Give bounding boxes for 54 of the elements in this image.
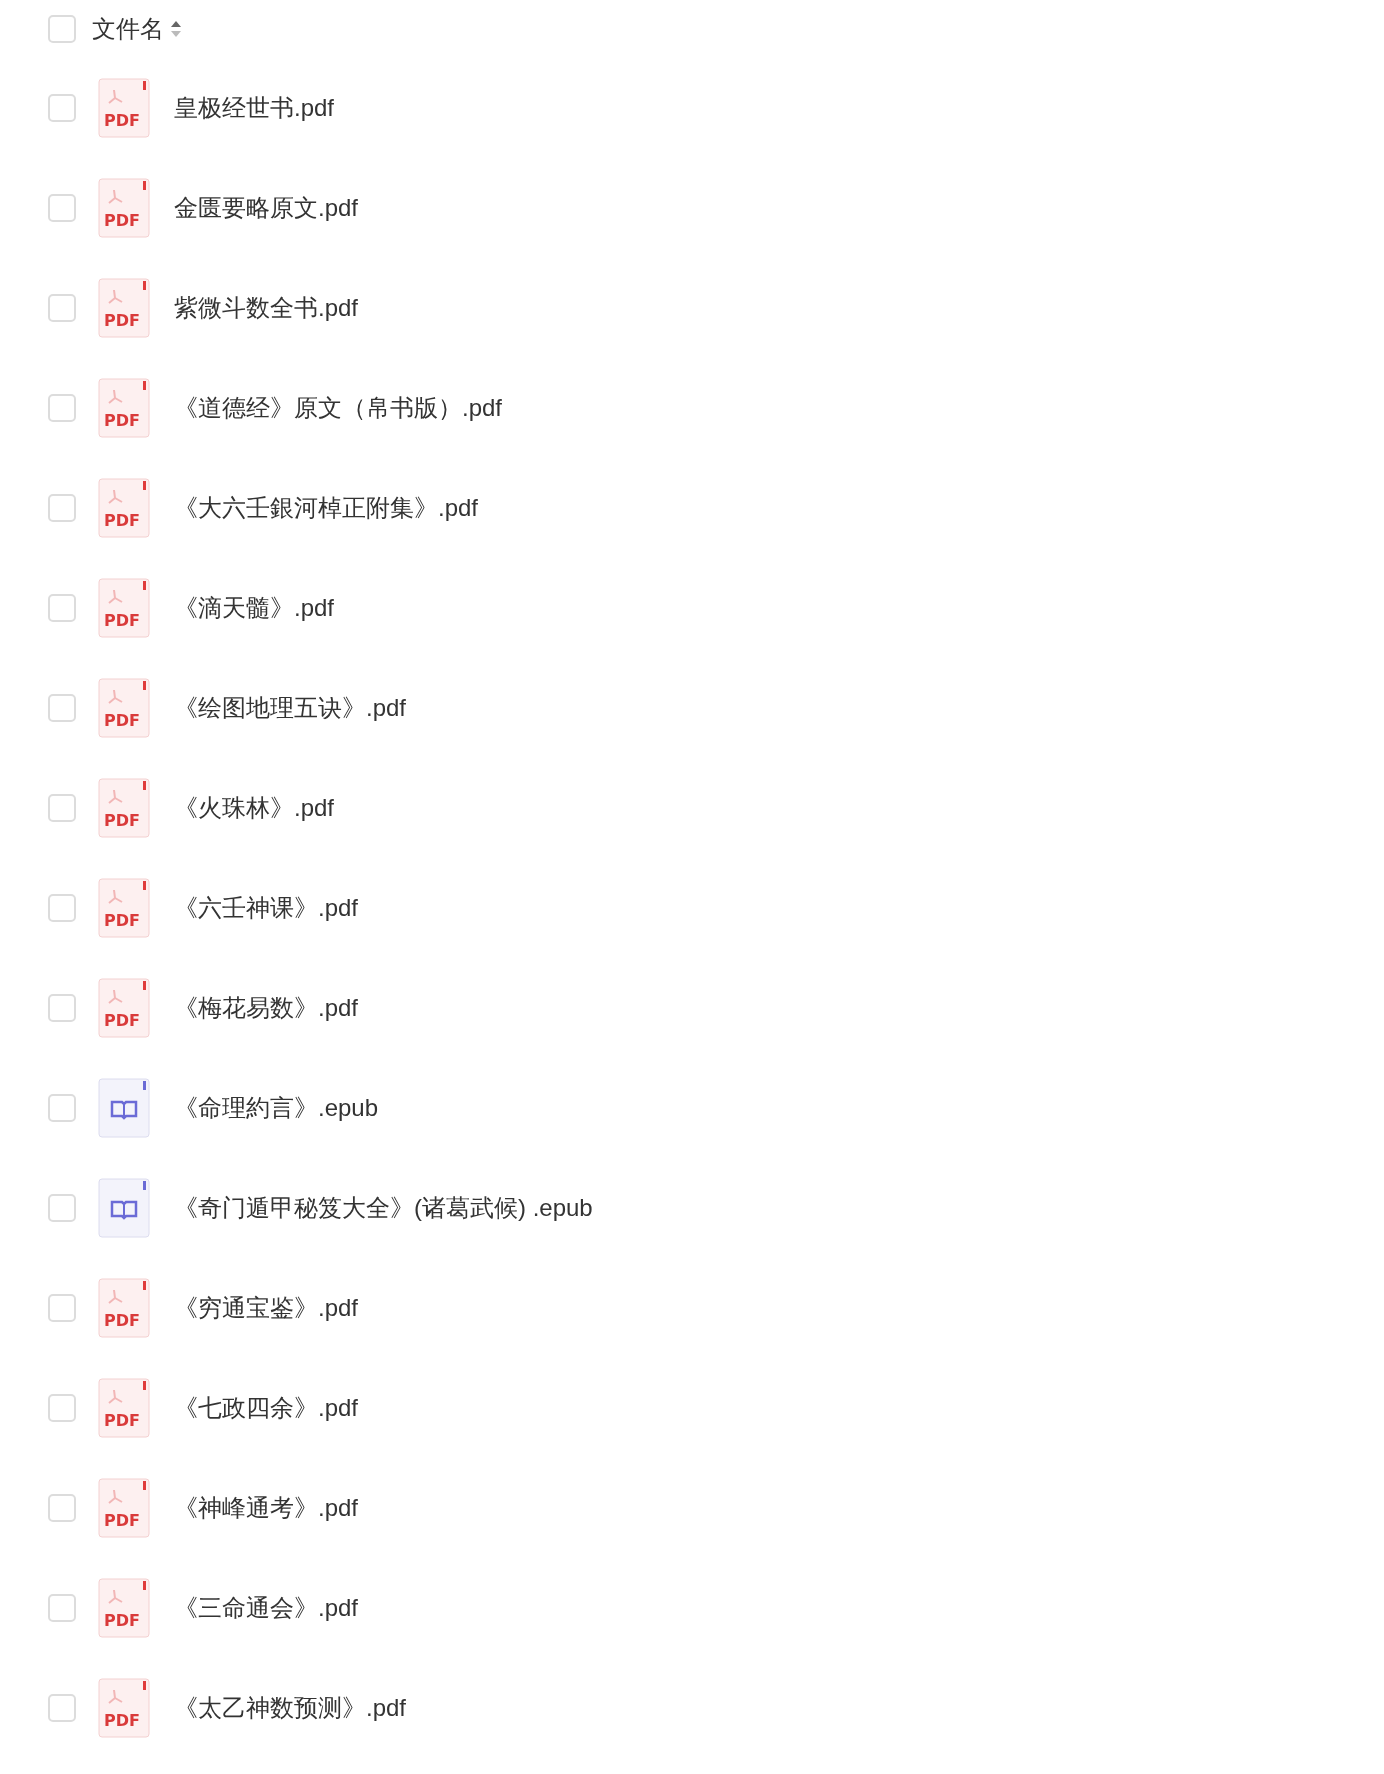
pdf-file-icon: PDF [98,278,150,338]
checkbox[interactable] [48,394,76,422]
pdf-file-icon: PDF [98,1578,150,1638]
pdf-file-icon: PDF [98,378,150,438]
checkbox[interactable] [48,494,76,522]
checkbox[interactable] [48,1694,76,1722]
file-name[interactable]: 《梅花易数》.pdf [174,990,359,1026]
checkbox[interactable] [48,1194,76,1222]
pdf-file-icon: PDF [98,1478,150,1538]
pdf-file-icon: PDF [98,678,150,738]
pdf-file-icon: PDF [98,1378,150,1438]
checkbox[interactable] [48,594,76,622]
pdf-file-icon: PDF [98,78,150,138]
file-name[interactable]: 《火珠林》.pdf [174,790,335,826]
file-name[interactable]: 皇极经世书.pdf [174,90,335,126]
checkbox[interactable] [48,294,76,322]
file-name[interactable]: 《奇门遁甲秘笈大全》(诸葛武候) .epub [174,1190,593,1226]
column-header[interactable]: 文件名 [92,11,164,47]
pdf-file-icon: PDF [98,778,150,838]
file-name[interactable]: 《大六壬銀河棹正附集》.pdf [174,490,479,526]
file-name[interactable]: 《绘图地理五诀》.pdf [174,690,407,726]
checkbox[interactable] [48,994,76,1022]
checkbox[interactable] [48,1494,76,1522]
pdf-file-icon: PDF [98,578,150,638]
pdf-file-icon: PDF [98,878,150,938]
checkbox[interactable] [48,1294,76,1322]
file-name[interactable]: 《六壬神课》.pdf [174,890,359,926]
sort-icon[interactable] [170,19,182,39]
pdf-file-icon: PDF [98,178,150,238]
file-name[interactable]: 《穷通宝鉴》.pdf [174,1290,359,1326]
pdf-file-icon: PDF [98,1278,150,1338]
pdf-file-icon: PDF [98,478,150,538]
ebook-file-icon [98,1178,150,1238]
checkbox[interactable] [48,694,76,722]
file-name[interactable]: 金匮要略原文.pdf [174,190,359,226]
file-name[interactable]: 《太乙神数预测》.pdf [174,1690,407,1726]
ebook-file-icon [98,1078,150,1138]
file-name[interactable]: 《命理約言》.epub [174,1090,379,1126]
file-name[interactable]: 《滴天髓》.pdf [174,590,335,626]
checkbox[interactable] [48,194,76,222]
checkbox[interactable] [48,15,76,43]
file-name[interactable]: 《神峰通考》.pdf [174,1490,359,1526]
file-name[interactable]: 《三命通会》.pdf [174,1590,359,1626]
pdf-file-icon: PDF [98,978,150,1038]
file-name[interactable]: 《七政四余》.pdf [174,1390,359,1426]
checkbox[interactable] [48,1594,76,1622]
checkbox[interactable] [48,94,76,122]
checkbox[interactable] [48,1094,76,1122]
pdf-file-icon: PDF [98,1678,150,1738]
file-name[interactable]: 紫微斗数全书.pdf [174,290,359,326]
checkbox[interactable] [48,794,76,822]
checkbox[interactable] [48,1394,76,1422]
file-name[interactable]: 《道德经》原文（帛书版）.pdf [174,390,503,426]
checkbox[interactable] [48,894,76,922]
